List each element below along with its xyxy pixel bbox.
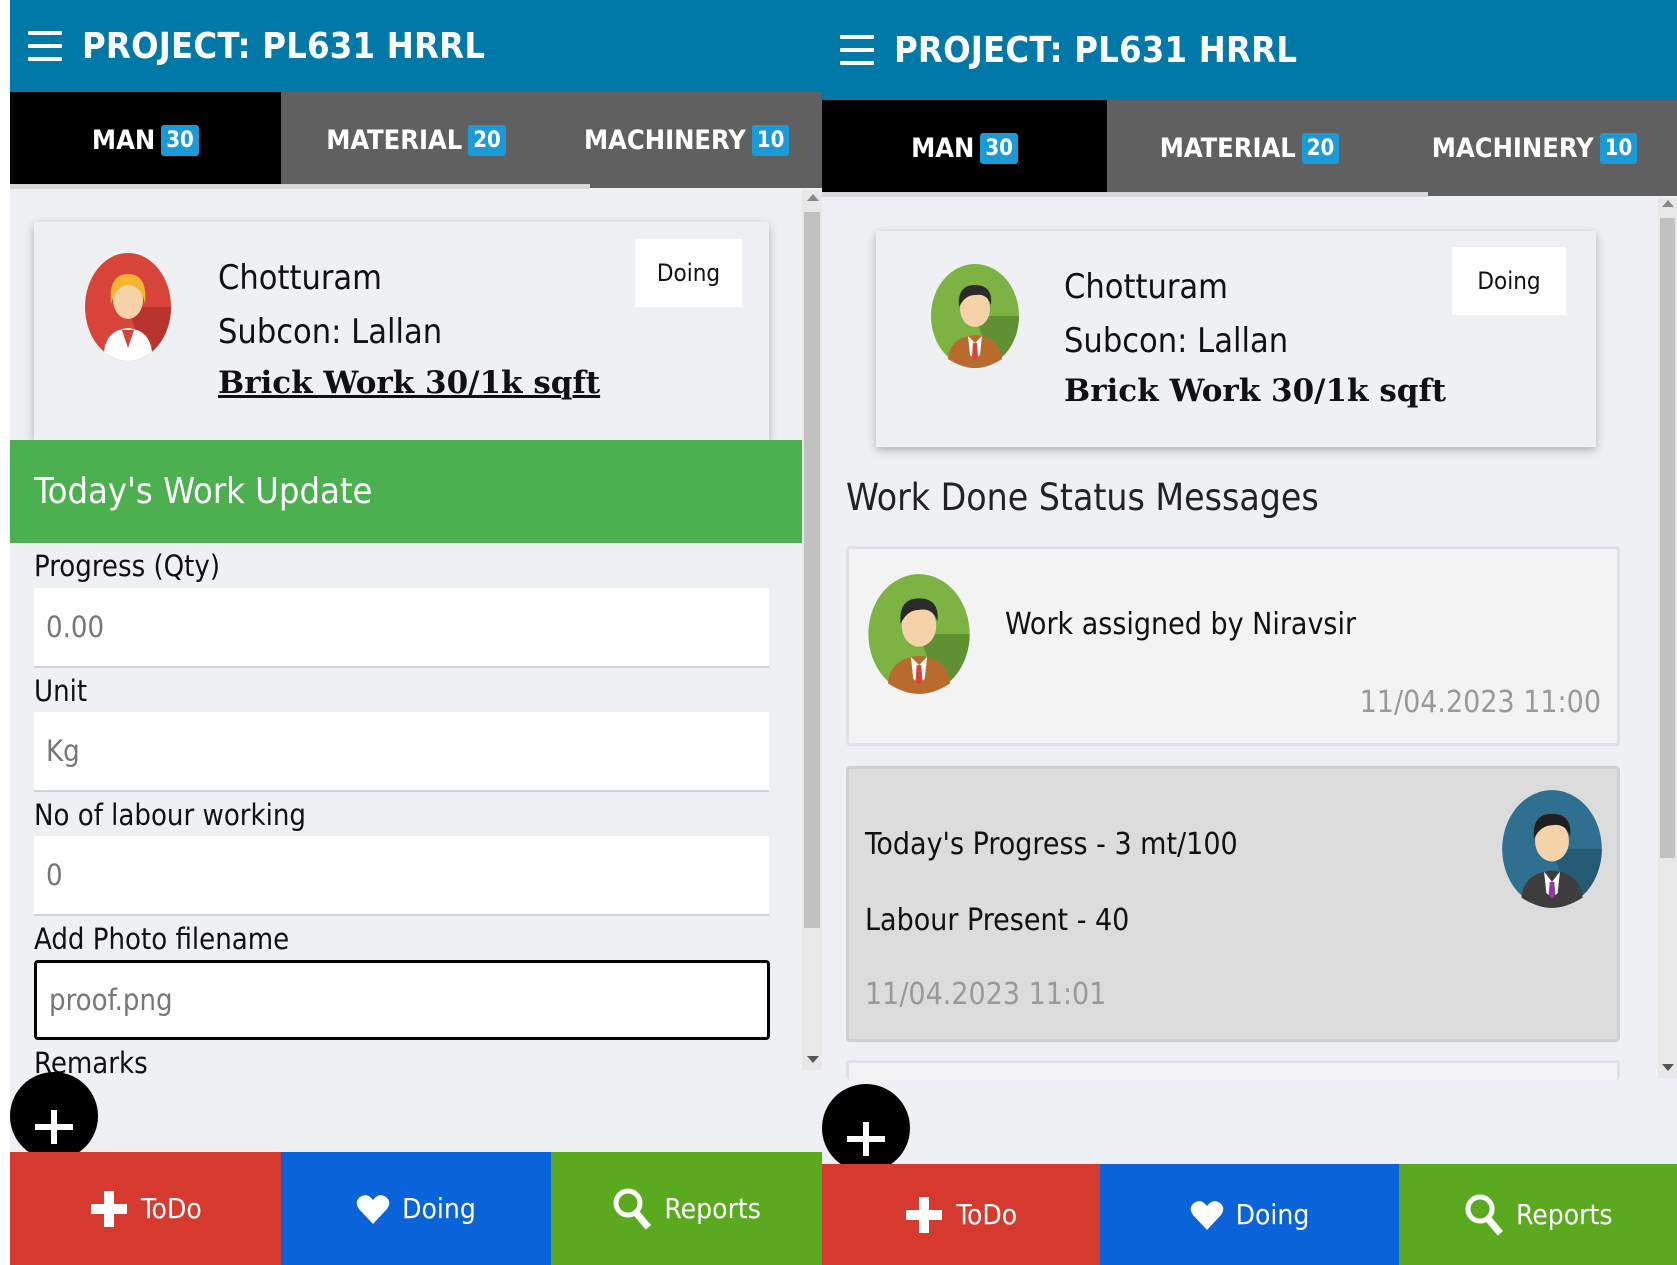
search-icon [1465,1194,1504,1236]
plus-icon [906,1196,943,1233]
worker-name: Chotturam [1064,267,1228,307]
message-timestamp: 11/04.2023 11:01 [865,977,1107,1012]
count-badge: 20 [468,124,506,156]
count-badge: 20 [1301,132,1340,164]
category-tabs: MAN 30 MATERIAL 20 MACHINERY 10 [10,92,822,188]
nav-todo-button[interactable]: ToDo [822,1164,1100,1265]
tab-material[interactable]: MATERIAL 20 [1107,100,1392,196]
tab-underline [10,184,590,189]
nav-todo-button[interactable]: ToDo [10,1152,281,1265]
nav-label: Reports [664,1192,761,1225]
tab-man[interactable]: MAN 30 [822,100,1107,196]
heart-icon [356,1194,390,1224]
message-timestamp: 11/04.2023 11:00 [1359,685,1601,720]
nav-doing-button[interactable]: Doing [1099,1164,1400,1265]
message-text: Work assigned by Niravsir [1005,607,1357,642]
section-title: Today's Work Update [34,471,373,512]
worker-card[interactable]: Chotturam Subcon: Lallan Brick Work 30/1… [876,231,1596,447]
nav-label: Reports [1515,1198,1613,1231]
nav-doing-button[interactable]: Doing [280,1152,552,1265]
count-badge: 10 [751,124,790,156]
labour-label: No of labour working [34,798,306,832]
unit-input[interactable]: Kg [34,712,769,792]
tab-label: MACHINERY [1431,132,1594,164]
photo-label: Add Photo filename [34,922,290,956]
hamburger-menu-icon[interactable] [840,35,874,65]
bottom-nav: ToDo Doing Reports [10,1152,822,1265]
status-message-card [846,1060,1620,1080]
scroll-up-icon[interactable] [1662,200,1674,207]
bottom-nav: ToDo Doing Reports [822,1164,1677,1265]
count-badge: 30 [980,132,1018,164]
tab-label: MACHINERY [583,124,746,156]
app-header: PROJECT: PL631 HRRL [10,0,822,92]
worker-subcon: Subcon: Lallan [218,312,443,352]
tab-underline [822,192,1428,197]
status-message-card: Work assigned by Niravsir 11/04.2023 11:… [846,546,1620,746]
heart-icon [1190,1200,1223,1230]
tab-label: MAN [911,132,975,164]
worker-name: Chotturam [218,258,382,298]
search-icon [613,1188,652,1230]
tab-machinery[interactable]: MACHINERY 10 [1392,100,1677,196]
add-fab-button[interactable] [822,1084,910,1172]
status-badge[interactable]: Doing [635,239,742,307]
tab-label: MATERIAL [1159,132,1296,164]
plus-icon [90,1190,127,1227]
unit-label: Unit [34,674,88,708]
tab-machinery[interactable]: MACHINERY 10 [551,92,822,188]
tab-label: MAN [91,124,156,156]
add-fab-button[interactable] [10,1072,98,1160]
app-header: PROJECT: PL631 HRRL [822,0,1677,100]
count-badge: 10 [1599,132,1638,164]
project-title: PROJECT: PL631 HRRL [894,29,1298,71]
nav-label: Doing [402,1192,476,1225]
worker-card[interactable]: Chotturam Subcon: Lallan Brick Work 30/1… [34,222,769,440]
scrollbar-thumb[interactable] [1660,218,1675,858]
section-title: Work Done Status Messages [846,476,1319,519]
scroll-up-icon[interactable] [807,194,819,201]
tab-label: MATERIAL [326,124,463,156]
category-tabs: MAN 30 MATERIAL 20 MACHINERY 10 [822,100,1677,196]
section-header: Today's Work Update [10,440,802,543]
left-screen: PROJECT: PL631 HRRL MAN 30 MATERIAL 20 M… [10,0,822,1265]
scrollbar-thumb[interactable] [804,212,820,928]
progress-input[interactable]: 0.00 [34,588,769,668]
female-avatar-icon [85,253,171,361]
photo-filename-input[interactable]: proof.png [34,960,770,1040]
status-badge[interactable]: Doing [1452,247,1566,315]
manager-avatar-icon [1502,790,1602,908]
work-description: Brick Work 30/1k sqft [1064,373,1447,409]
nav-label: ToDo [956,1198,1018,1231]
nav-label: Doing [1235,1198,1310,1231]
tab-man[interactable]: MAN 30 [10,92,281,188]
worker-subcon: Subcon: Lallan [1064,321,1289,361]
count-badge: 30 [161,124,199,156]
progress-label: Progress (Qty) [34,549,220,583]
hamburger-menu-icon[interactable] [28,31,62,61]
scroll-down-icon[interactable] [1662,1064,1674,1071]
male-avatar-icon [931,264,1019,368]
work-description-link[interactable]: Brick Work 30/1k sqft [218,365,600,401]
nav-label: ToDo [140,1192,202,1225]
project-title: PROJECT: PL631 HRRL [82,25,486,67]
labour-text: Labour Present - 40 [865,903,1130,938]
nav-reports-button[interactable]: Reports [1399,1164,1677,1265]
status-message-card: Today's Progress - 3 mt/100 Labour Prese… [846,766,1620,1042]
labour-input[interactable]: 0 [34,836,769,916]
right-screen: PROJECT: PL631 HRRL MAN 30 MATERIAL 20 M… [822,0,1677,1265]
scroll-down-icon[interactable] [807,1056,819,1063]
progress-text: Today's Progress - 3 mt/100 [865,827,1238,862]
nav-reports-button[interactable]: Reports [551,1152,822,1265]
male-avatar-icon [868,574,970,694]
tab-material[interactable]: MATERIAL 20 [281,92,552,188]
